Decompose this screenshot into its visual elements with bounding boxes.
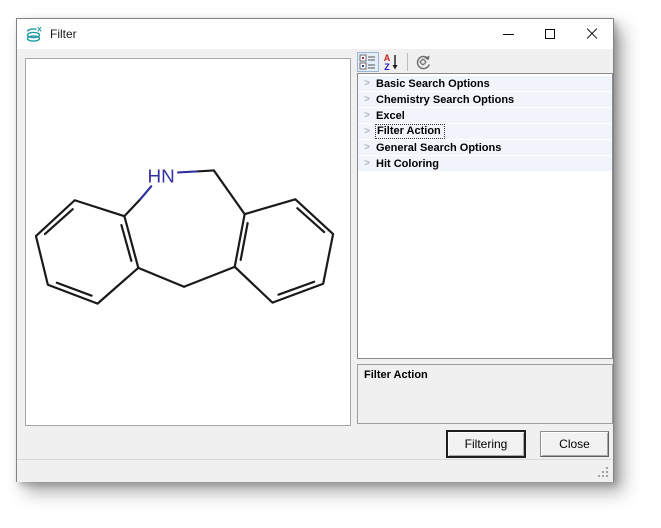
maximize-button[interactable] xyxy=(529,19,571,49)
close-button[interactable] xyxy=(571,19,613,49)
svg-text:Z: Z xyxy=(384,62,390,71)
status-strip xyxy=(17,459,613,482)
structure-preview-canvas: HN xyxy=(25,58,351,426)
svg-text:x: x xyxy=(37,25,42,34)
filter-dialog: x Filter xyxy=(16,18,614,482)
category-label[interactable]: Excel xyxy=(376,110,405,122)
chevron-right-icon[interactable]: > xyxy=(358,108,376,124)
category-row-hit-coloring[interactable]: > Hit Coloring xyxy=(358,156,612,172)
close-dialog-button[interactable]: Close xyxy=(540,431,609,457)
category-row-chemistry-search-options[interactable]: > Chemistry Search Options xyxy=(358,92,612,108)
titlebar: x Filter xyxy=(17,19,613,49)
category-label-selected[interactable]: Filter Action xyxy=(376,125,444,138)
toolbar-separator xyxy=(407,53,408,71)
category-label[interactable]: Chemistry Search Options xyxy=(376,94,514,106)
category-label[interactable]: General Search Options xyxy=(376,142,501,154)
description-title: Filter Action xyxy=(364,369,606,381)
resize-grip-icon[interactable] xyxy=(597,466,610,479)
category-row-filter-action[interactable]: > Filter Action xyxy=(358,124,612,140)
minimize-icon xyxy=(503,34,514,35)
category-label[interactable]: Basic Search Options xyxy=(376,78,490,90)
chevron-right-icon[interactable]: > xyxy=(358,92,376,108)
nh-atom-label: HN xyxy=(148,166,175,187)
sort-alphabetical-button[interactable]: A Z xyxy=(380,52,402,72)
chevron-right-icon[interactable]: > xyxy=(358,156,376,172)
sort-alphabetical-icon: A Z xyxy=(382,53,400,71)
category-row-excel[interactable]: > Excel xyxy=(358,108,612,124)
chevron-right-icon[interactable]: > xyxy=(358,124,376,140)
chevron-right-icon[interactable]: > xyxy=(358,140,376,156)
categorized-icon xyxy=(359,53,377,71)
screenshot-stage: x Filter xyxy=(0,0,661,528)
description-panel: Filter Action xyxy=(357,364,613,424)
close-icon xyxy=(586,28,598,40)
chem-layers-x-icon: x xyxy=(26,25,44,43)
category-row-general-search-options[interactable]: > General Search Options xyxy=(358,140,612,156)
category-row-basic-search-options[interactable]: > Basic Search Options xyxy=(358,76,612,92)
reset-icon xyxy=(414,53,432,71)
minimize-button[interactable] xyxy=(487,19,529,49)
window-controls xyxy=(487,19,613,49)
category-label[interactable]: Hit Coloring xyxy=(376,158,439,170)
window-title: Filter xyxy=(50,27,77,41)
filtering-button[interactable]: Filtering xyxy=(447,431,525,457)
molecule-drawing: HN xyxy=(26,59,350,425)
reset-button[interactable] xyxy=(412,52,434,72)
categorized-button[interactable] xyxy=(357,52,379,72)
chevron-right-icon[interactable]: > xyxy=(358,76,376,92)
property-grid-list: > Basic Search Options > Chemistry Searc… xyxy=(357,73,613,359)
property-grid-toolbar: A Z xyxy=(357,51,613,73)
maximize-icon xyxy=(545,29,555,39)
